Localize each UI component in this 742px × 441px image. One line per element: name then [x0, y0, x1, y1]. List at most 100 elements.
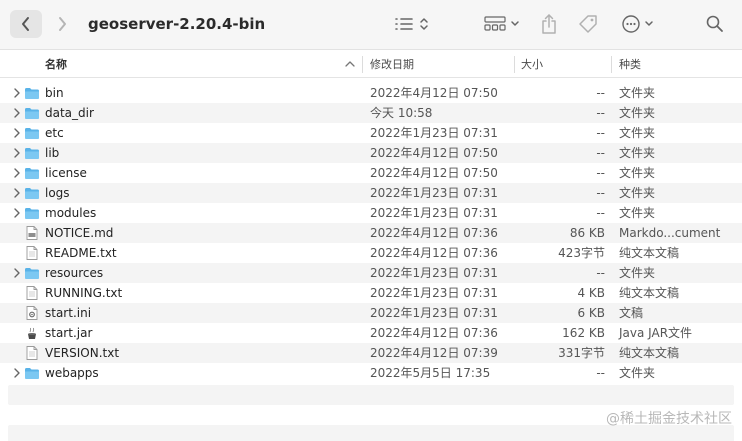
disclosure-chevron-icon[interactable]: [11, 107, 23, 119]
file-row[interactable]: RUNNING.txt 2022年1月23日 07:31 4 KB 纯文本文稿: [0, 283, 742, 303]
file-row[interactable]: bin 2022年4月12日 07:50 -- 文件夹: [0, 83, 742, 103]
file-kind: 文件夹: [619, 146, 656, 160]
file-kind: Markdo...cument: [619, 226, 721, 240]
file-size: --: [596, 186, 605, 200]
file-row[interactable]: license 2022年4月12日 07:50 -- 文件夹: [0, 163, 742, 183]
folder-icon: [24, 165, 40, 181]
file-row[interactable]: start.jar 2022年4月12日 07:36 162 KB Java JAR文…: [0, 323, 742, 343]
file-name: data_dir: [45, 106, 94, 120]
disclosure-chevron-icon[interactable]: [11, 87, 23, 99]
file-modified-date: 今天 10:58: [370, 106, 433, 120]
forward-button[interactable]: [48, 10, 76, 38]
file-size: 331字节: [558, 346, 605, 360]
file-row[interactable]: NOTICE.md 2022年4月12日 07:36 86 KB Markdo...c…: [0, 223, 742, 243]
file-kind: 文件夹: [619, 86, 656, 100]
file-name: start.ini: [45, 306, 92, 320]
folder-icon: [24, 185, 40, 201]
sort-ascending-icon: [345, 61, 355, 67]
folder-icon: [24, 365, 40, 381]
file-size: --: [596, 86, 605, 100]
file-kind: 文件夹: [619, 266, 656, 280]
file-size: --: [596, 126, 605, 140]
file-kind: 文件夹: [619, 126, 656, 140]
disclosure-chevron-icon[interactable]: [11, 207, 23, 219]
file-name: modules: [45, 206, 97, 220]
disclosure-chevron-icon[interactable]: [11, 367, 23, 379]
file-name: lib: [45, 146, 60, 160]
file-modified-date: 2022年1月23日 07:31: [370, 206, 498, 220]
file-row[interactable]: start.ini 2022年1月23日 07:31 6 KB 文稿: [0, 303, 742, 323]
group-button[interactable]: [483, 12, 523, 36]
file-row[interactable]: README.txt 2022年4月12日 07:36 423字节 纯文本文稿: [0, 243, 742, 263]
file-modified-date: 2022年4月12日 07:50: [370, 86, 498, 100]
file-name: README.txt: [45, 246, 117, 260]
file-name: license: [45, 166, 87, 180]
file-modified-date: 2022年4月12日 07:50: [370, 166, 498, 180]
tag-button[interactable]: [576, 12, 600, 36]
ellipsis-circle-icon: [622, 15, 653, 33]
disclosure-chevron-icon[interactable]: [11, 167, 23, 179]
file-size: --: [596, 366, 605, 380]
file-size: 4 KB: [577, 286, 605, 300]
grid-group-icon: [484, 16, 519, 31]
search-icon: [706, 15, 723, 32]
file-row[interactable]: modules 2022年1月23日 07:31 -- 文件夹: [0, 203, 742, 223]
file-row[interactable]: logs 2022年1月23日 07:31 -- 文件夹: [0, 183, 742, 203]
file-kind: 文件夹: [619, 166, 656, 180]
file-size: --: [596, 146, 605, 160]
share-button[interactable]: [538, 12, 560, 36]
column-separator[interactable]: [611, 56, 612, 73]
file-kind: 文稿: [619, 306, 644, 320]
file-kind: 文件夹: [619, 366, 656, 380]
search-button[interactable]: [704, 12, 726, 36]
window-title: geoserver-2.20.4-bin: [88, 15, 266, 33]
file-list: bin 2022年4月12日 07:50 -- 文件夹 data_dir 今天 10:58…: [0, 83, 742, 383]
file-name: RUNNING.txt: [45, 286, 123, 300]
file-name: etc: [45, 126, 64, 140]
file-modified-date: 2022年1月23日 07:31: [370, 126, 498, 140]
column-date[interactable]: 修改日期: [370, 51, 414, 78]
file-modified-date: 2022年1月23日 07:31: [370, 306, 498, 320]
settings-file-icon: [24, 305, 40, 321]
file-size: 423字节: [558, 246, 605, 260]
disclosure-chevron-icon[interactable]: [11, 267, 23, 279]
file-row[interactable]: data_dir 今天 10:58 -- 文件夹: [0, 103, 742, 123]
file-name: resources: [45, 266, 104, 280]
file-name: start.jar: [45, 326, 93, 340]
text-file-icon: [24, 345, 40, 361]
file-name: logs: [45, 186, 70, 200]
text-file-icon: [24, 285, 40, 301]
file-modified-date: 2022年4月12日 07:50: [370, 146, 498, 160]
more-actions-button[interactable]: [620, 12, 660, 36]
disclosure-chevron-icon[interactable]: [11, 187, 23, 199]
column-separator[interactable]: [362, 56, 363, 73]
file-kind: Java JAR文件: [619, 326, 693, 340]
folder-icon: [24, 145, 40, 161]
column-header: 名称 修改日期 大小 种类: [0, 51, 742, 78]
file-kind: 纯文本文稿: [619, 246, 680, 260]
jar-file-icon: [24, 325, 40, 341]
file-size: --: [596, 206, 605, 220]
file-row[interactable]: resources 2022年1月23日 07:31 -- 文件夹: [0, 263, 742, 283]
file-row[interactable]: webapps 2022年5月5日 17:35 -- 文件夹: [0, 363, 742, 383]
file-size: --: [596, 166, 605, 180]
file-name: webapps: [45, 366, 99, 380]
file-size: 86 KB: [569, 226, 605, 240]
column-size[interactable]: 大小: [521, 51, 543, 78]
file-row[interactable]: lib 2022年4月12日 07:50 -- 文件夹: [0, 143, 742, 163]
view-options-button[interactable]: [394, 12, 434, 36]
column-kind[interactable]: 种类: [619, 51, 641, 78]
file-modified-date: 2022年5月5日 17:35: [370, 366, 491, 380]
file-row[interactable]: etc 2022年1月23日 07:31 -- 文件夹: [0, 123, 742, 143]
column-name[interactable]: 名称: [45, 51, 67, 78]
empty-row: [8, 385, 734, 405]
toolbar: geoserver-2.20.4-bin: [0, 0, 742, 50]
disclosure-chevron-icon[interactable]: [11, 127, 23, 139]
back-button[interactable]: [10, 10, 42, 38]
disclosure-chevron-icon[interactable]: [11, 147, 23, 159]
file-size: --: [596, 266, 605, 280]
file-row[interactable]: VERSION.txt 2022年4月12日 07:39 331字节 纯文本文稿: [0, 343, 742, 363]
file-size: 6 KB: [577, 306, 605, 320]
file-name: bin: [45, 86, 64, 100]
column-separator[interactable]: [514, 56, 515, 73]
